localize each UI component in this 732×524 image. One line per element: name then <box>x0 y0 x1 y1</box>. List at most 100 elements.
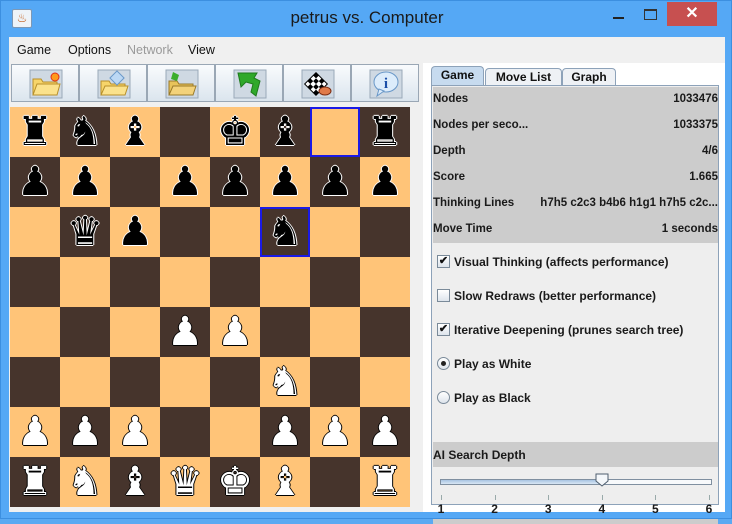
square-g4[interactable] <box>310 307 360 357</box>
square-f7[interactable]: ♟ <box>260 157 310 207</box>
square-d8[interactable] <box>160 107 210 157</box>
square-d3[interactable] <box>160 357 210 407</box>
square-f6[interactable]: ♞ <box>260 207 310 257</box>
square-f1[interactable]: ♝ <box>260 457 310 507</box>
square-g1[interactable] <box>310 457 360 507</box>
white-bishop-icon[interactable]: ♝ <box>267 462 303 502</box>
square-e4[interactable]: ♟ <box>210 307 260 357</box>
menu-view[interactable]: View <box>188 43 215 57</box>
square-h3[interactable] <box>360 357 410 407</box>
white-pawn-icon[interactable]: ♟ <box>267 412 303 452</box>
square-e1[interactable]: ♚ <box>210 457 260 507</box>
square-a5[interactable] <box>10 257 60 307</box>
maximize-button[interactable] <box>635 2 669 26</box>
black-pawn-icon[interactable]: ♟ <box>217 162 253 202</box>
square-b5[interactable] <box>60 257 110 307</box>
square-e5[interactable] <box>210 257 260 307</box>
close-button[interactable]: ✕ <box>667 2 717 26</box>
square-d1[interactable]: ♛ <box>160 457 210 507</box>
square-g6[interactable] <box>310 207 360 257</box>
open-game-button[interactable] <box>79 64 147 102</box>
square-a2[interactable]: ♟ <box>10 407 60 457</box>
square-d5[interactable] <box>160 257 210 307</box>
checkbox-unchecked-icon[interactable] <box>437 289 450 302</box>
search-depth-slider[interactable] <box>440 479 712 485</box>
white-pawn-icon[interactable]: ♟ <box>117 412 153 452</box>
white-pawn-icon[interactable]: ♟ <box>367 412 403 452</box>
square-c5[interactable] <box>110 257 160 307</box>
square-h5[interactable] <box>360 257 410 307</box>
square-b2[interactable]: ♟ <box>60 407 110 457</box>
square-h1[interactable]: ♜ <box>360 457 410 507</box>
white-knight-icon[interactable]: ♞ <box>267 362 303 402</box>
square-a3[interactable] <box>10 357 60 407</box>
square-e6[interactable] <box>210 207 260 257</box>
black-pawn-icon[interactable]: ♟ <box>367 162 403 202</box>
square-e8[interactable]: ♚ <box>210 107 260 157</box>
square-c6[interactable]: ♟ <box>110 207 160 257</box>
square-a8[interactable]: ♜ <box>10 107 60 157</box>
black-pawn-icon[interactable]: ♟ <box>167 162 203 202</box>
square-f8[interactable]: ♝ <box>260 107 310 157</box>
square-h4[interactable] <box>360 307 410 357</box>
square-a1[interactable]: ♜ <box>10 457 60 507</box>
square-b8[interactable]: ♞ <box>60 107 110 157</box>
square-d6[interactable] <box>160 207 210 257</box>
black-bishop-icon[interactable]: ♝ <box>267 112 303 152</box>
square-g8[interactable] <box>310 107 360 157</box>
black-queen-icon[interactable]: ♛ <box>67 212 103 252</box>
minimize-button[interactable] <box>603 2 637 26</box>
black-knight-icon[interactable]: ♞ <box>267 212 303 252</box>
black-pawn-icon[interactable]: ♟ <box>317 162 353 202</box>
square-d4[interactable]: ♟ <box>160 307 210 357</box>
black-rook-icon[interactable]: ♜ <box>17 112 53 152</box>
black-knight-icon[interactable]: ♞ <box>67 112 103 152</box>
square-b7[interactable]: ♟ <box>60 157 110 207</box>
black-pawn-icon[interactable]: ♟ <box>17 162 53 202</box>
square-a6[interactable] <box>10 207 60 257</box>
square-c8[interactable]: ♝ <box>110 107 160 157</box>
white-queen-icon[interactable]: ♛ <box>167 462 203 502</box>
white-pawn-icon[interactable]: ♟ <box>317 412 353 452</box>
square-a7[interactable]: ♟ <box>10 157 60 207</box>
black-pawn-icon[interactable]: ♟ <box>67 162 103 202</box>
square-c4[interactable] <box>110 307 160 357</box>
square-f2[interactable]: ♟ <box>260 407 310 457</box>
square-h7[interactable]: ♟ <box>360 157 410 207</box>
square-f5[interactable] <box>260 257 310 307</box>
square-g2[interactable]: ♟ <box>310 407 360 457</box>
square-d7[interactable]: ♟ <box>160 157 210 207</box>
black-rook-icon[interactable]: ♜ <box>367 112 403 152</box>
white-rook-icon[interactable]: ♜ <box>367 462 403 502</box>
square-g3[interactable] <box>310 357 360 407</box>
square-e7[interactable]: ♟ <box>210 157 260 207</box>
square-c2[interactable]: ♟ <box>110 407 160 457</box>
black-pawn-icon[interactable]: ♟ <box>117 212 153 252</box>
square-h6[interactable] <box>360 207 410 257</box>
checkbox-checked-icon[interactable]: ✔ <box>437 323 450 336</box>
square-e3[interactable] <box>210 357 260 407</box>
undo-move-button[interactable] <box>215 64 283 102</box>
square-c7[interactable] <box>110 157 160 207</box>
square-h8[interactable]: ♜ <box>360 107 410 157</box>
square-e2[interactable] <box>210 407 260 457</box>
white-pawn-icon[interactable]: ♟ <box>17 412 53 452</box>
menu-game[interactable]: Game <box>17 43 51 57</box>
black-king-icon[interactable]: ♚ <box>217 112 253 152</box>
white-knight-icon[interactable]: ♞ <box>67 462 103 502</box>
slider-thumb[interactable] <box>595 473 609 487</box>
square-c3[interactable] <box>110 357 160 407</box>
square-c1[interactable]: ♝ <box>110 457 160 507</box>
square-f3[interactable]: ♞ <box>260 357 310 407</box>
radio-unselected-icon[interactable] <box>437 391 450 404</box>
square-d2[interactable] <box>160 407 210 457</box>
white-pawn-icon[interactable]: ♟ <box>217 312 253 352</box>
new-game-button[interactable] <box>11 64 79 102</box>
white-rook-icon[interactable]: ♜ <box>17 462 53 502</box>
black-bishop-icon[interactable]: ♝ <box>117 112 153 152</box>
square-b1[interactable]: ♞ <box>60 457 110 507</box>
square-a4[interactable] <box>10 307 60 357</box>
square-g5[interactable] <box>310 257 360 307</box>
white-pawn-icon[interactable]: ♟ <box>67 412 103 452</box>
about-button[interactable]: i <box>351 64 419 102</box>
